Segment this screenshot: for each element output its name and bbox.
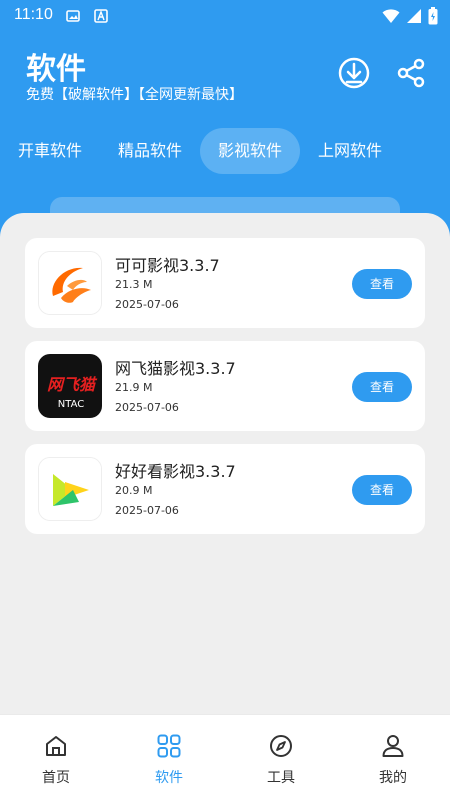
app-name: 好好看影视3.3.7 [115,462,236,481]
battery-icon [428,7,438,25]
tab-kaiche[interactable]: 开車软件 [4,128,96,174]
nav-label: 工具 [267,770,295,786]
home-icon [46,736,66,756]
photo-notification-icon [66,10,80,22]
share-icon[interactable] [392,54,430,92]
app-card[interactable]: 好好看影视3.3.7 20.9 M 2025-07-06 查看 [25,444,425,534]
app-size: 21.9 M [115,381,153,394]
netflix-cat-logo-icon: 网飞猫 NTAC [38,354,102,418]
logo-subtext: NTAC [57,399,85,410]
nav-home[interactable]: 首页 [21,727,91,791]
logo-text: 网飞猫 [46,375,95,394]
download-icon[interactable] [335,54,373,92]
app-size: 20.9 M [115,484,153,497]
tab-jingpin[interactable]: 精品软件 [104,128,196,174]
grid-icon [157,734,181,758]
app-date: 2025-07-06 [115,298,179,311]
app-name: 网飞猫影视3.3.7 [115,359,236,378]
app-date: 2025-07-06 [115,401,179,414]
app-card[interactable]: 可可影视3.3.7 21.3 M 2025-07-06 查看 [25,238,425,328]
app-date: 2025-07-06 [115,504,179,517]
tab-yingshi[interactable]: 影视软件 [200,128,300,174]
page-subtitle: 免费【破解软件】【全网更新最快】 [26,87,243,103]
nav-label: 软件 [155,770,183,786]
view-button[interactable]: 查看 [352,475,412,505]
view-button[interactable]: 查看 [352,372,412,402]
app-notification-icon [94,9,108,23]
app-size: 21.3 M [115,278,153,291]
status-time: 11:10 [14,6,53,23]
nav-mine[interactable]: 我的 [358,727,428,791]
nav-label: 首页 [42,770,70,786]
status-bar: 11:10 [0,0,450,34]
app-name: 可可影视3.3.7 [115,256,220,275]
app-card[interactable]: 网飞猫 NTAC 网飞猫影视3.3.7 21.9 M 2025-07-06 查看 [25,341,425,431]
app-list-panel: 可可影视3.3.7 21.3 M 2025-07-06 查看 网飞猫 NTAC … [0,213,450,723]
nav-label: 我的 [379,770,407,786]
bottom-nav: 首页 软件 工具 我的 [0,714,450,800]
page-title: 软件 [26,52,86,87]
nav-software[interactable]: 软件 [134,727,204,791]
compass-icon [270,735,292,757]
nav-tools[interactable]: 工具 [246,727,316,791]
wifi-icon [382,9,400,23]
category-tabs: 开車软件 精品软件 影视软件 上网软件 [0,128,450,174]
keke-logo-icon [38,251,102,315]
view-button[interactable]: 查看 [352,269,412,299]
tab-shangwang[interactable]: 上网软件 [304,128,396,174]
user-icon [382,735,404,757]
haohaokan-logo-icon [38,457,102,521]
signal-icon [407,9,421,23]
